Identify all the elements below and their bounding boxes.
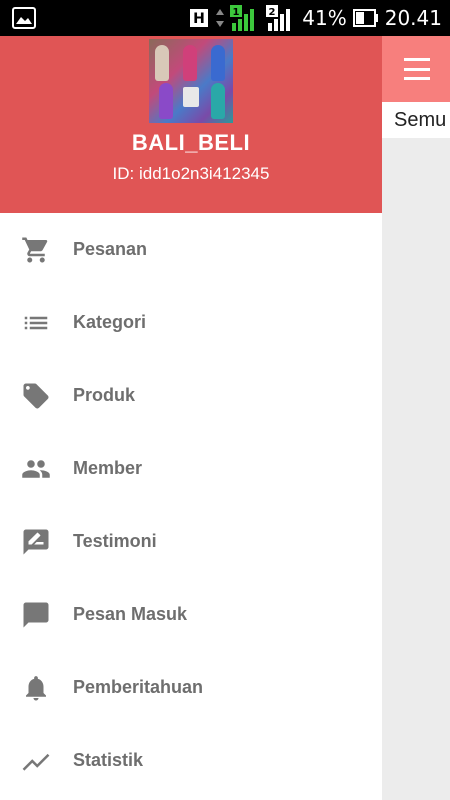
menu-label: Kategori <box>73 312 147 332</box>
menu-label: Testimoni <box>73 531 157 551</box>
navigation-drawer: BALI_BELI ID: idd1o2n3i412345 Pesanan Ka… <box>0 36 382 800</box>
menu-item-pesanan[interactable]: Pesanan <box>0 213 382 286</box>
menu-item-kategori[interactable]: Kategori <box>0 286 382 359</box>
list-icon <box>21 308 51 338</box>
sim1-label: 1 <box>233 7 240 18</box>
tag-icon <box>21 381 51 411</box>
network-type-icon: H <box>190 7 210 29</box>
sim2-label: 2 <box>269 7 276 18</box>
message-icon <box>21 600 51 630</box>
sim2-signal-icon: 2 <box>266 5 296 31</box>
menu-item-member[interactable]: Member <box>0 432 382 505</box>
menu-item-statistik[interactable]: Statistik <box>0 724 382 797</box>
menu-label: Member <box>73 458 143 478</box>
trending-icon <box>21 746 51 776</box>
drawer-header: BALI_BELI ID: idd1o2n3i412345 <box>0 36 382 213</box>
data-arrows-icon <box>216 7 225 29</box>
menu-label: Statistik <box>73 750 144 770</box>
store-id: ID: idd1o2n3i412345 <box>112 164 270 183</box>
sim1-signal-icon: 1 <box>230 5 260 31</box>
people-icon <box>21 454 51 484</box>
status-bar: H 1 2 41% 20.41 <box>0 0 450 36</box>
hamburger-menu-icon[interactable] <box>404 58 430 80</box>
menu-item-testimoni[interactable]: Testimoni <box>0 505 382 578</box>
menu-label: Pesan Masuk <box>73 604 188 624</box>
menu-label: Pemberitahuan <box>73 677 204 697</box>
clock: 20.41 <box>384 6 442 30</box>
menu-item-pemberitahuan[interactable]: Pemberitahuan <box>0 651 382 724</box>
store-logo[interactable] <box>149 39 233 123</box>
cart-icon <box>21 235 51 265</box>
gallery-notification-icon <box>12 7 36 34</box>
store-name: BALI_BELI <box>131 130 251 155</box>
rate-review-icon <box>21 527 51 557</box>
bell-icon <box>21 673 51 703</box>
battery-percent: 41% <box>302 6 347 30</box>
menu-label: Pesanan <box>73 239 148 259</box>
tab-semua[interactable]: Semu <box>394 109 446 132</box>
app-content-area <box>382 36 450 800</box>
menu-item-pesan-masuk[interactable]: Pesan Masuk <box>0 578 382 651</box>
battery-icon <box>352 9 379 27</box>
network-type-label: H <box>193 11 205 27</box>
menu-item-produk[interactable]: Produk <box>0 359 382 432</box>
drawer-menu: Pesanan Kategori Produk Member Testimoni <box>0 213 382 797</box>
app-tab-strip: Semu <box>382 102 450 138</box>
menu-label: Produk <box>73 385 136 405</box>
